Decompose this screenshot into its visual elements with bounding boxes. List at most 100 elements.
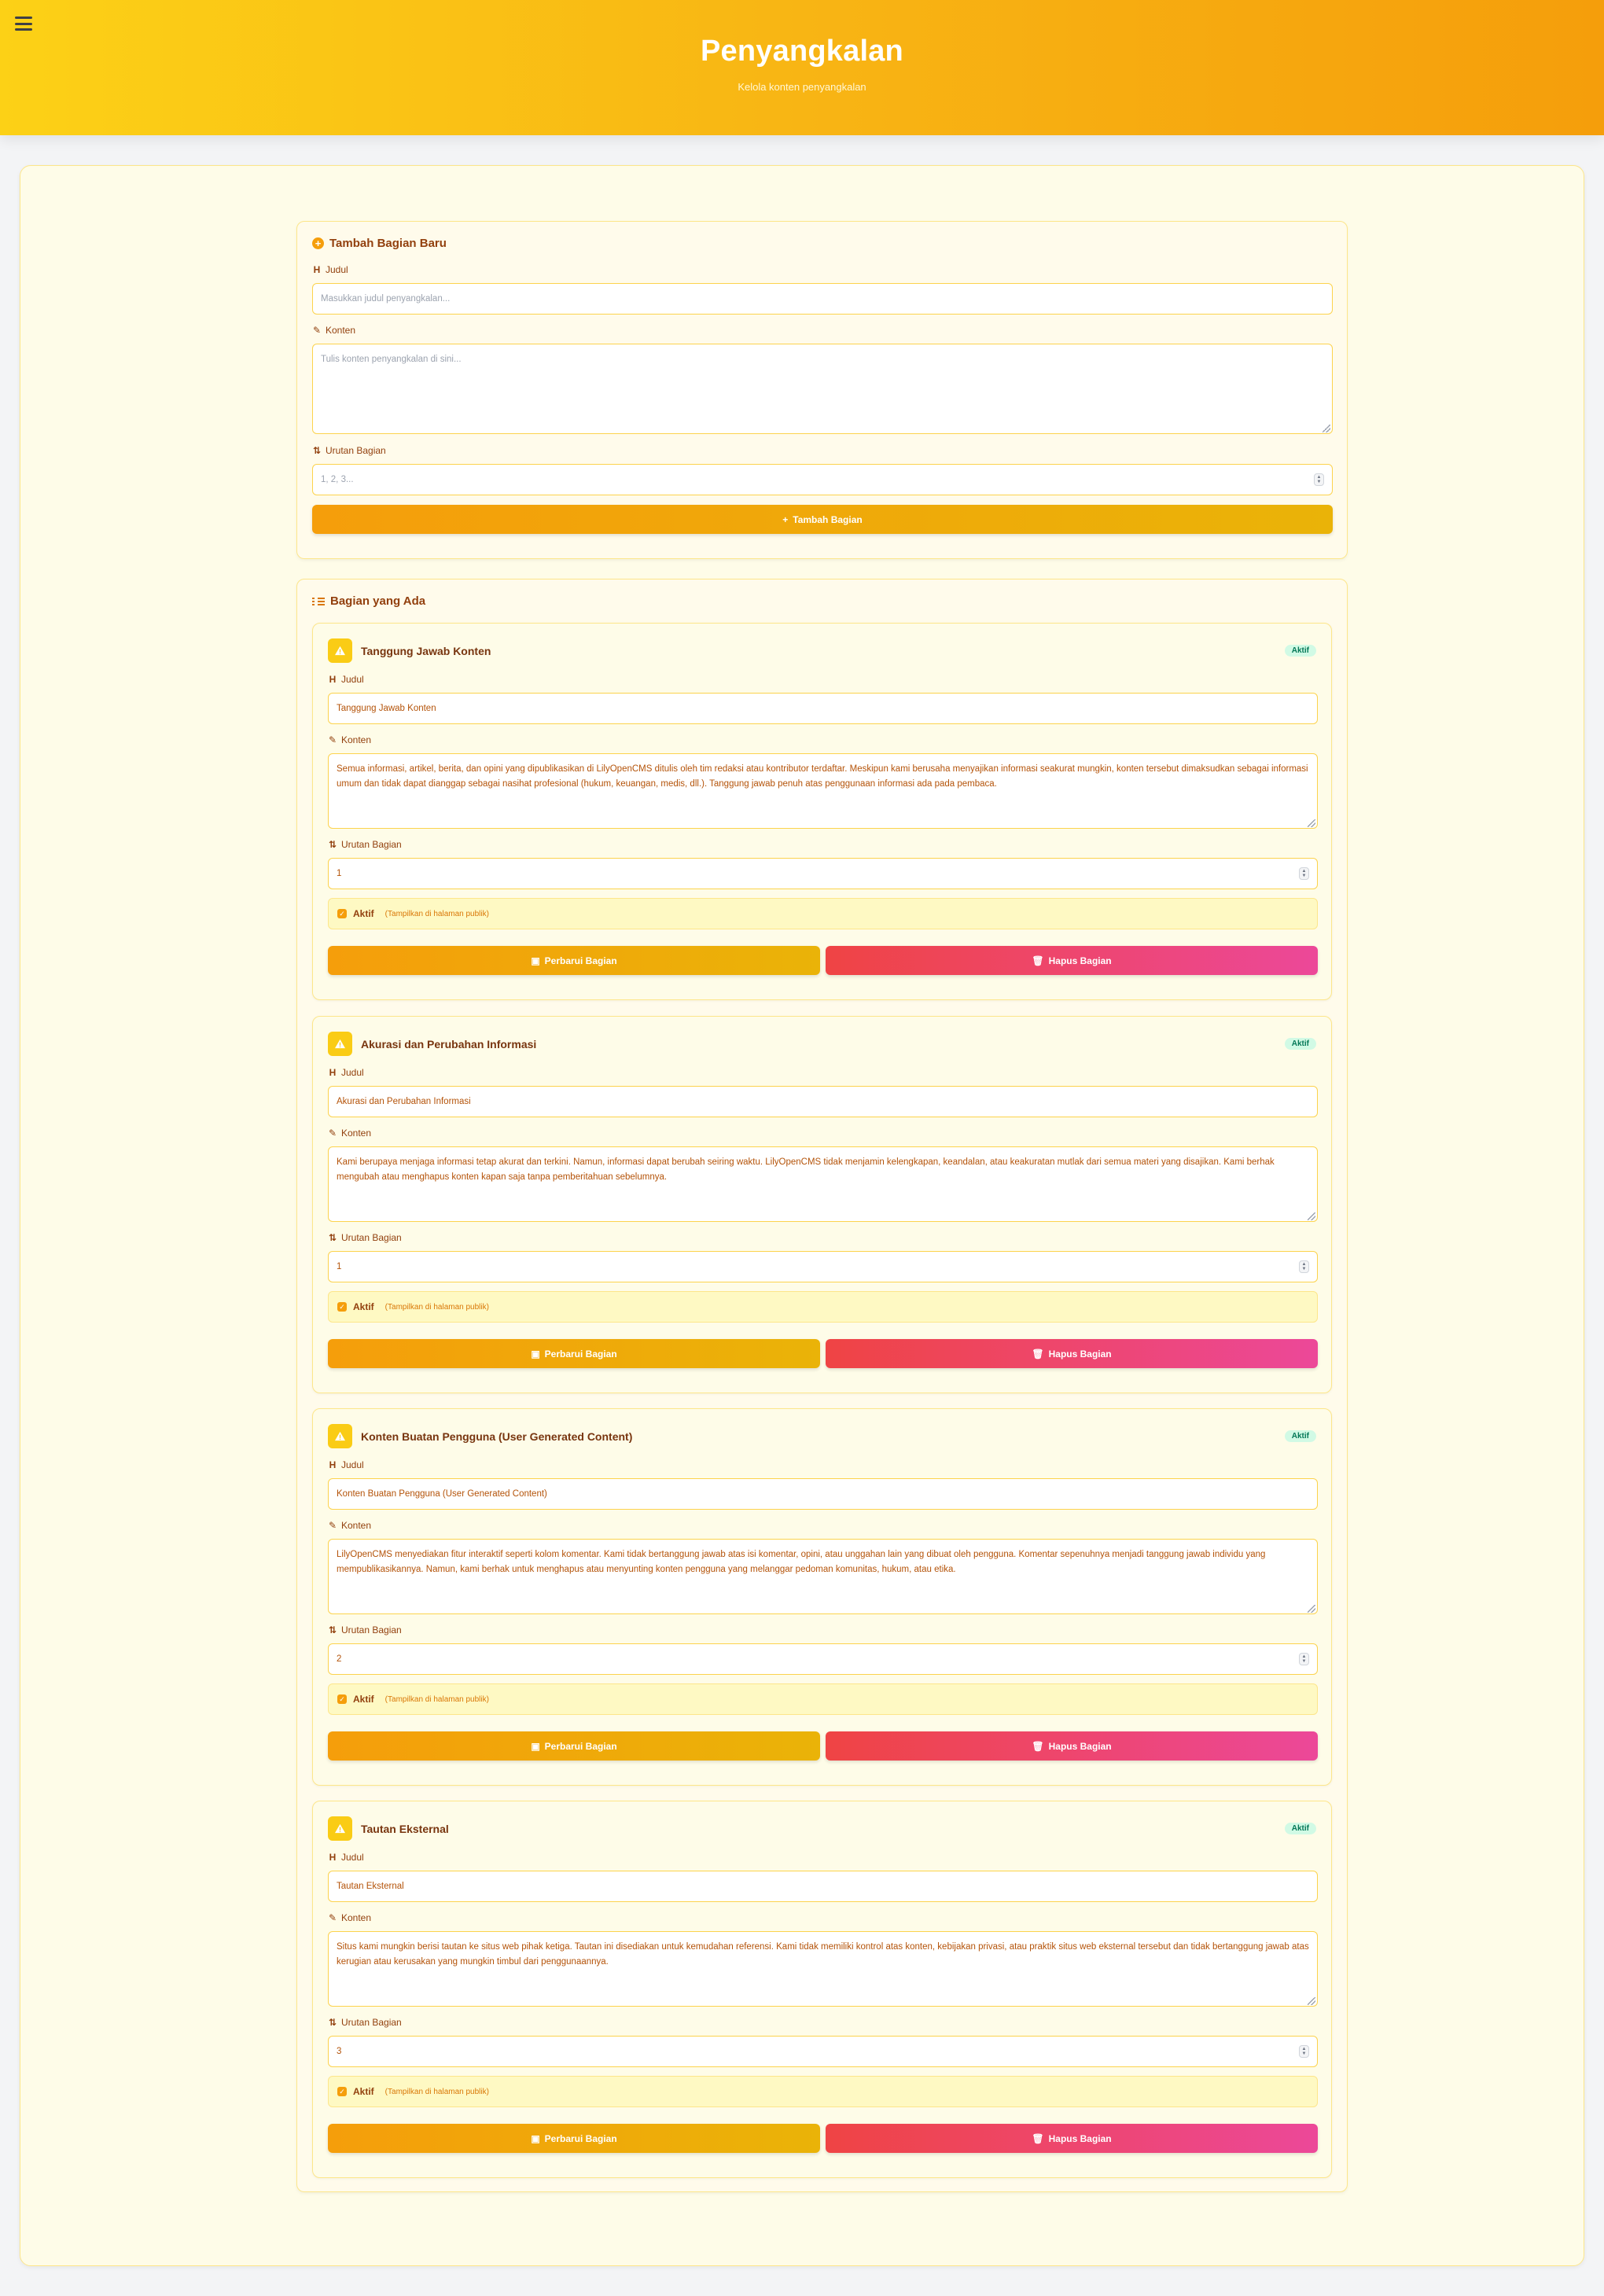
section-content-textarea[interactable]: Situs kami mungkin berisi tautan ke situ… [328, 1931, 1318, 2007]
resize-grip-icon[interactable] [1308, 819, 1315, 827]
save-icon: ▣ [531, 955, 540, 966]
status-badge: Aktif [1284, 1430, 1316, 1442]
trash-icon: 🗑 [1032, 955, 1044, 966]
resize-grip-icon[interactable] [1308, 1605, 1315, 1613]
warning-icon [328, 1816, 352, 1841]
page-subtitle: Kelola konten penyangkalan [738, 81, 866, 93]
list-icon [312, 597, 325, 605]
new-section-panel: + Tambah Bagian Baru H Judul ✎ Konten ⇅ … [296, 221, 1348, 559]
update-section-button[interactable]: ▣ Perbarui Bagian [328, 946, 820, 975]
active-toggle-row: ✓ Aktif (Tampilkan di halaman publik) [328, 2076, 1318, 2107]
new-title-input[interactable] [312, 283, 1333, 315]
trash-icon: 🗑 [1032, 2132, 1044, 2144]
content-label: ✎ Konten [328, 1520, 372, 1531]
sort-icon: ⇅ [328, 2017, 337, 2028]
heading-icon: H [329, 674, 337, 685]
section-order-input[interactable] [328, 858, 1318, 889]
update-section-button[interactable]: ▣ Perbarui Bagian [328, 1339, 820, 1368]
section-card: Konten Buatan Pengguna (User Generated C… [312, 1408, 1332, 1786]
new-order-input[interactable] [312, 464, 1333, 495]
existing-sections-heading: Bagian yang Ada [312, 594, 425, 608]
warning-icon [328, 1424, 352, 1448]
section-title-input[interactable] [328, 1871, 1318, 1902]
title-label: H Judul [313, 264, 348, 275]
status-badge: Aktif [1284, 645, 1316, 657]
number-stepper[interactable]: ▲ ▼ [1299, 2045, 1309, 2058]
number-stepper[interactable]: ▲ ▼ [1299, 1653, 1309, 1665]
edit-icon: ✎ [328, 734, 337, 745]
title-label: H Judul [329, 1852, 364, 1863]
section-order-input[interactable] [328, 1251, 1318, 1282]
resize-grip-icon[interactable] [1308, 1997, 1315, 2005]
main-container: + Tambah Bagian Baru H Judul ✎ Konten ⇅ … [20, 165, 1584, 2266]
sort-icon: ⇅ [328, 1232, 337, 1243]
save-icon: ▣ [531, 2132, 540, 2144]
order-label: ⇅ Urutan Bagian [328, 2017, 402, 2028]
delete-section-button[interactable]: 🗑 Hapus Bagian [826, 946, 1318, 975]
section-title-input[interactable] [328, 693, 1318, 724]
status-badge: Aktif [1284, 1823, 1316, 1834]
title-label: H Judul [329, 674, 364, 685]
active-checkbox[interactable]: ✓ [337, 1694, 347, 1704]
section-card: Tautan Eksternal Aktif HJudul ✎Konten Si… [312, 1801, 1332, 2178]
section-content-textarea[interactable]: Kami berupaya menjaga informasi tetap ak… [328, 1146, 1318, 1222]
sort-icon: ⇅ [328, 839, 337, 850]
heading-icon: H [329, 1459, 337, 1470]
title-label: H Judul [329, 1459, 364, 1470]
delete-section-button[interactable]: 🗑 Hapus Bagian [826, 1339, 1318, 1368]
trash-icon: 🗑 [1032, 1348, 1044, 1360]
sort-icon: ⇅ [312, 445, 322, 456]
status-badge: Aktif [1284, 1038, 1316, 1050]
trash-icon: 🗑 [1032, 1740, 1044, 1752]
warning-icon [328, 1032, 352, 1056]
section-order-input[interactable] [328, 2036, 1318, 2067]
active-checkbox[interactable]: ✓ [337, 2087, 347, 2096]
section-title: Akurasi dan Perubahan Informasi [361, 1038, 537, 1050]
section-title-input[interactable] [328, 1086, 1318, 1117]
order-label: ⇅ Urutan Bagian [328, 1232, 402, 1243]
section-content-textarea[interactable]: LilyOpenCMS menyediakan fitur interaktif… [328, 1539, 1318, 1614]
section-title: Tautan Eksternal [361, 1823, 449, 1835]
page-header: Penyangkalan Kelola konten penyangkalan [0, 0, 1604, 135]
edit-icon: ✎ [312, 325, 322, 336]
content-label: ✎ Konten [328, 1128, 372, 1139]
section-card: Tanggung Jawab Konten Aktif HJudul ✎Kont… [312, 623, 1332, 1000]
new-section-heading: + Tambah Bagian Baru [312, 237, 447, 250]
section-title-input[interactable] [328, 1478, 1318, 1510]
page-title: Penyangkalan [701, 35, 903, 68]
section-content-textarea[interactable]: Semua informasi, artikel, berita, dan op… [328, 753, 1318, 829]
update-section-button[interactable]: ▣ Perbarui Bagian [328, 1731, 820, 1761]
section-order-input[interactable] [328, 1643, 1318, 1675]
section-card: Akurasi dan Perubahan Informasi Aktif HJ… [312, 1016, 1332, 1393]
number-stepper[interactable]: ▲ ▼ [1299, 1260, 1309, 1273]
update-section-button[interactable]: ▣ Perbarui Bagian [328, 2124, 820, 2153]
content-label: ✎ Konten [328, 734, 372, 745]
title-label: H Judul [329, 1067, 364, 1078]
content-label: ✎ Konten [328, 1912, 372, 1923]
number-stepper[interactable]: ▲ ▼ [1314, 473, 1324, 486]
number-stepper[interactable]: ▲ ▼ [1299, 867, 1309, 880]
active-checkbox[interactable]: ✓ [337, 1302, 347, 1312]
add-section-button[interactable]: + Tambah Bagian [312, 505, 1333, 534]
order-label: ⇅ Urutan Bagian [312, 445, 386, 456]
heading-icon: H [313, 264, 321, 275]
new-content-textarea[interactable] [312, 344, 1333, 434]
section-title: Konten Buatan Pengguna (User Generated C… [361, 1430, 633, 1443]
section-title: Tanggung Jawab Konten [361, 645, 491, 657]
active-checkbox[interactable]: ✓ [337, 909, 347, 918]
save-icon: ▣ [531, 1348, 540, 1360]
resize-grip-icon[interactable] [1308, 1212, 1315, 1220]
delete-section-button[interactable]: 🗑 Hapus Bagian [826, 2124, 1318, 2153]
heading-icon: H [329, 1852, 337, 1863]
order-label: ⇅ Urutan Bagian [328, 839, 402, 850]
hamburger-menu-icon[interactable] [14, 14, 33, 33]
warning-icon [328, 638, 352, 663]
order-label: ⇅ Urutan Bagian [328, 1624, 402, 1636]
delete-section-button[interactable]: 🗑 Hapus Bagian [826, 1731, 1318, 1761]
resize-grip-icon[interactable] [1323, 425, 1330, 432]
active-toggle-row: ✓ Aktif (Tampilkan di halaman publik) [328, 1291, 1318, 1323]
sort-icon: ⇅ [328, 1624, 337, 1636]
active-toggle-row: ✓ Aktif (Tampilkan di halaman publik) [328, 1683, 1318, 1715]
edit-icon: ✎ [328, 1128, 337, 1139]
content-label: ✎ Konten [312, 325, 356, 336]
